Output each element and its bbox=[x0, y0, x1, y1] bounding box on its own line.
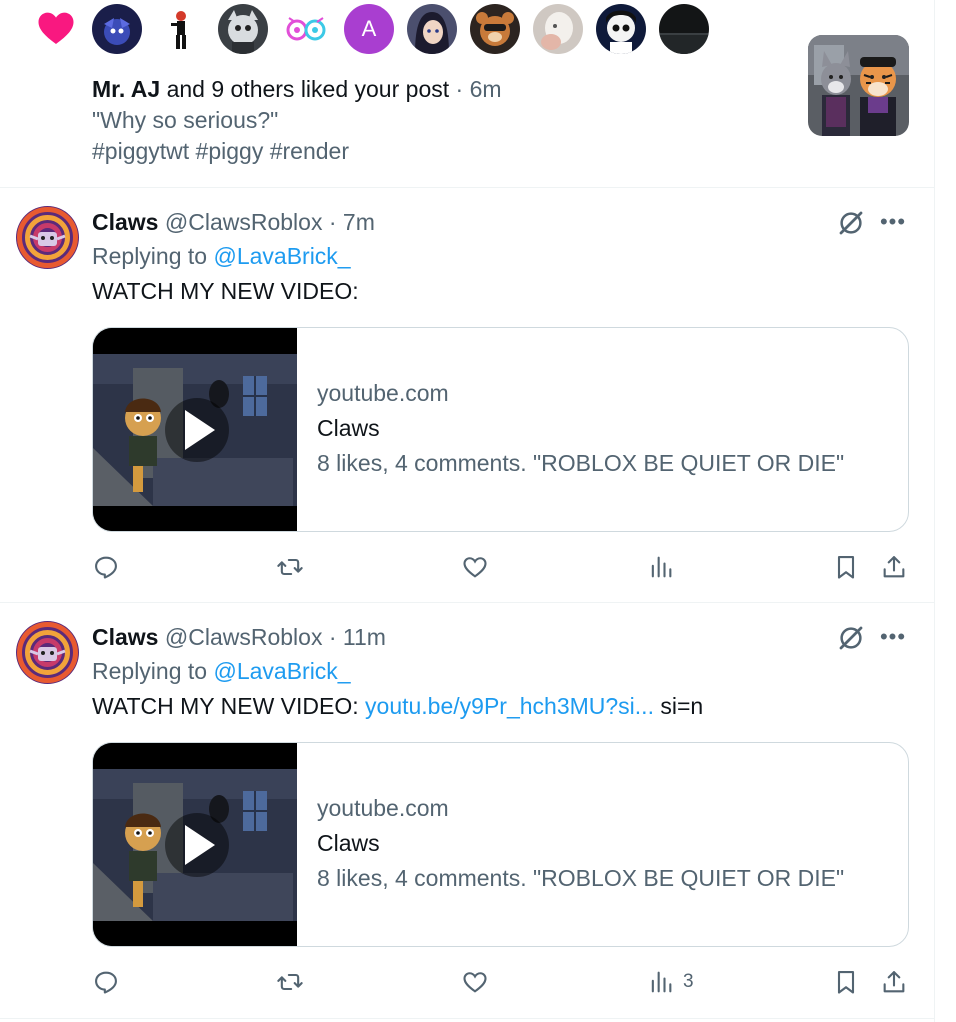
card-title: Claws bbox=[317, 830, 380, 856]
avatar[interactable] bbox=[16, 621, 79, 684]
avatar[interactable] bbox=[92, 4, 142, 54]
share-button[interactable] bbox=[880, 550, 908, 584]
video-thumbnail[interactable] bbox=[93, 328, 297, 531]
tweet-header: Claws @ClawsRoblox · 11m bbox=[92, 622, 386, 652]
avatar[interactable] bbox=[155, 4, 205, 54]
link-card[interactable]: youtube.com Claws 8 likes, 4 comments. "… bbox=[92, 742, 909, 947]
reply-icon bbox=[95, 971, 117, 994]
card-description: 8 likes, 4 comments. "ROBLOX BE QUIET OR… bbox=[317, 450, 845, 476]
views-icon bbox=[651, 971, 672, 993]
separator-dot: · bbox=[328, 209, 337, 235]
liker-avatars: A bbox=[92, 4, 709, 54]
bookmark-button[interactable] bbox=[832, 550, 860, 584]
more-options-icon[interactable]: ••• bbox=[878, 622, 908, 652]
retweet-button[interactable] bbox=[276, 965, 304, 999]
retweet-icon bbox=[277, 973, 303, 991]
card-description: 8 likes, 4 comments. "ROBLOX BE QUIET OR… bbox=[317, 865, 845, 891]
replying-handle-link[interactable]: @LavaBrick_ bbox=[213, 658, 350, 684]
share-icon bbox=[883, 971, 905, 993]
notification-text: Mr. AJ and 9 others liked your post · 6m bbox=[92, 74, 502, 105]
like-notification[interactable]: A Mr. AJ and 9 others liked your post · … bbox=[0, 0, 935, 188]
display-name[interactable]: Claws bbox=[92, 209, 158, 235]
tweet-text: WATCH MY NEW VIDEO: bbox=[92, 276, 359, 306]
timeline-feed: A Mr. AJ and 9 others liked your post · … bbox=[0, 0, 935, 1022]
bookmark-icon bbox=[837, 556, 855, 579]
bookmark-icon bbox=[837, 971, 855, 994]
avatar-letter[interactable]: A bbox=[344, 4, 394, 54]
replying-to: Replying to @LavaBrick_ bbox=[92, 241, 351, 271]
like-button[interactable] bbox=[461, 965, 489, 999]
user-handle[interactable]: @ClawsRoblox bbox=[165, 209, 323, 235]
tweet-body-suffix: si=n bbox=[653, 693, 704, 719]
display-name[interactable]: Claws bbox=[92, 624, 158, 650]
user-handle[interactable]: @ClawsRoblox bbox=[165, 624, 323, 650]
avatar[interactable] bbox=[659, 4, 709, 54]
post-hashtags: #piggytwt #piggy #render bbox=[92, 138, 349, 164]
views-button[interactable]: 3 bbox=[647, 965, 694, 999]
reply-icon bbox=[95, 556, 117, 579]
avatar[interactable] bbox=[470, 4, 520, 54]
reply-button[interactable] bbox=[92, 965, 120, 999]
heart-icon bbox=[38, 12, 74, 44]
reply-button[interactable] bbox=[92, 550, 120, 584]
avatar[interactable] bbox=[596, 4, 646, 54]
liked-post-thumbnail[interactable] bbox=[808, 35, 909, 136]
like-button[interactable] bbox=[461, 550, 489, 584]
tweet-time[interactable]: 11m bbox=[343, 624, 386, 650]
tweet-actions bbox=[92, 550, 909, 584]
tweet[interactable]: Claws @ClawsRoblox · 7m ••• Replying to … bbox=[0, 188, 935, 603]
like-icon bbox=[463, 972, 487, 993]
bookmark-button[interactable] bbox=[832, 965, 860, 999]
views-count: 3 bbox=[683, 971, 694, 992]
tweet-actions: 3 bbox=[92, 965, 909, 999]
tweet-text: WATCH MY NEW VIDEO: youtu.be/y9Pr_hch3MU… bbox=[92, 691, 703, 721]
replying-to: Replying to @LavaBrick_ bbox=[92, 656, 351, 686]
avatar[interactable] bbox=[533, 4, 583, 54]
retweet-button[interactable] bbox=[276, 550, 304, 584]
grok-icon[interactable] bbox=[836, 208, 866, 238]
notification-action: and 9 others liked your post bbox=[166, 76, 450, 102]
tweet-body-link[interactable]: youtu.be/y9Pr_hch3MU?si... bbox=[365, 693, 654, 719]
card-title: Claws bbox=[317, 415, 380, 441]
share-button[interactable] bbox=[880, 965, 908, 999]
tweet[interactable]: Claws @ClawsRoblox · 11m ••• Replying to… bbox=[0, 603, 935, 1019]
views-button[interactable] bbox=[647, 550, 683, 584]
tweet-body-text: WATCH MY NEW VIDEO: bbox=[92, 278, 359, 304]
video-thumbnail[interactable] bbox=[93, 743, 297, 946]
tweet-body-text: WATCH MY NEW VIDEO: bbox=[92, 693, 366, 719]
avatar[interactable] bbox=[407, 4, 457, 54]
tweet-time[interactable]: 7m bbox=[343, 209, 375, 235]
avatar[interactable] bbox=[16, 206, 79, 269]
card-domain: youtube.com bbox=[317, 380, 449, 406]
card-domain: youtube.com bbox=[317, 795, 449, 821]
notification-time: 6m bbox=[469, 76, 502, 102]
post-quote: "Why so serious?" bbox=[92, 107, 279, 133]
like-icon bbox=[463, 557, 487, 578]
actor-name[interactable]: Mr. AJ bbox=[92, 76, 160, 102]
replying-handle-link[interactable]: @LavaBrick_ bbox=[213, 243, 350, 269]
share-icon bbox=[883, 556, 905, 578]
views-icon bbox=[651, 556, 672, 578]
avatar[interactable] bbox=[281, 4, 331, 54]
separator-dot: · bbox=[328, 624, 337, 650]
link-card[interactable]: youtube.com Claws 8 likes, 4 comments. "… bbox=[92, 327, 909, 532]
tweet-header: Claws @ClawsRoblox · 7m bbox=[92, 207, 375, 237]
replying-label: Replying to bbox=[92, 243, 208, 269]
replying-label: Replying to bbox=[92, 658, 208, 684]
retweet-icon bbox=[277, 558, 303, 576]
avatar[interactable] bbox=[218, 4, 268, 54]
separator-dot: · bbox=[455, 76, 464, 102]
grok-icon[interactable] bbox=[836, 623, 866, 653]
more-options-icon[interactable]: ••• bbox=[878, 207, 908, 237]
